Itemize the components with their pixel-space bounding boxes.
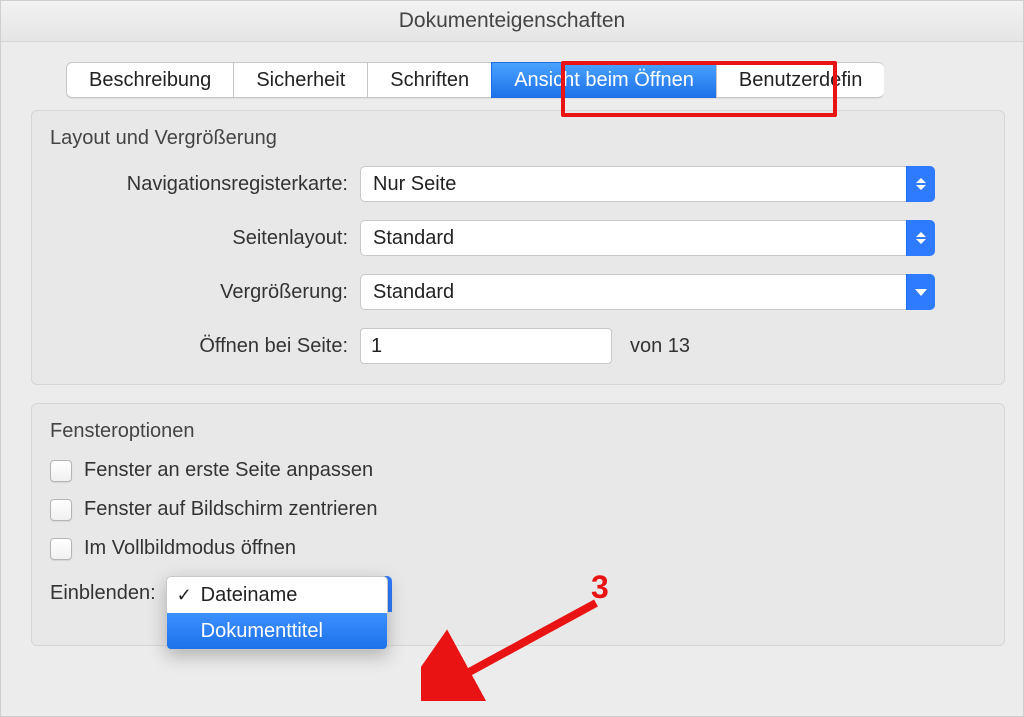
option-label: Dokumenttitel: [201, 620, 323, 643]
select-seitenlayout[interactable]: Standard: [360, 220, 935, 256]
check-icon: ✓: [177, 585, 192, 606]
window-body: Beschreibung Sicherheit Schriften Ansich…: [1, 42, 1023, 646]
annotation-number: 3: [591, 569, 609, 606]
tab-label: Schriften: [390, 69, 469, 92]
tab-bar: Beschreibung Sicherheit Schriften Ansich…: [66, 62, 1005, 98]
tab-benutzerdefiniert[interactable]: Benutzerdefin: [716, 62, 884, 98]
updown-arrows-icon: [906, 220, 935, 256]
checkbox-center-on-screen-label: Fenster auf Bildschirm zentrieren: [84, 498, 377, 521]
document-properties-window: Dokumenteigenschaften Beschreibung Siche…: [0, 0, 1024, 717]
group-layout-title: Layout und Vergrößerung: [50, 127, 986, 150]
checkbox-center-on-screen[interactable]: [50, 499, 72, 521]
select-seitenlayout-value: Standard: [373, 227, 454, 250]
group-fensteroptionen: Fensteroptionen Fenster an erste Seite a…: [31, 403, 1005, 646]
window-title: Dokumenteigenschaften: [1, 1, 1023, 42]
window-title-text: Dokumenteigenschaften: [399, 9, 625, 33]
tab-schriften[interactable]: Schriften: [367, 62, 492, 98]
group-layout: Layout und Vergrößerung Navigationsregis…: [31, 110, 1005, 385]
input-open-at-page-value: 1: [371, 335, 382, 358]
tab-label: Ansicht beim Öffnen: [514, 69, 694, 92]
tab-label: Beschreibung: [89, 69, 211, 92]
checkbox-fullscreen[interactable]: [50, 538, 72, 560]
label-oeffnen-bei-seite: Öffnen bei Seite:: [50, 335, 360, 358]
option-dateiname[interactable]: ✓ Dateiname: [167, 577, 387, 613]
updown-arrows-icon: [906, 166, 935, 202]
combobox-vergroesserung-value: Standard: [373, 281, 454, 304]
label-vergroesserung: Vergrößerung:: [50, 281, 360, 304]
label-einblenden: Einblenden:: [50, 576, 156, 605]
checkbox-fullscreen-label: Im Vollbildmodus öffnen: [84, 537, 296, 560]
checkbox-fit-first-page-label: Fenster an erste Seite anpassen: [84, 459, 373, 482]
combobox-vergroesserung[interactable]: Standard: [360, 274, 935, 310]
chevron-down-icon: [906, 274, 935, 310]
option-dokumenttitel[interactable]: Dokumenttitel: [167, 613, 387, 649]
page-count-text: von 13: [630, 335, 690, 358]
label-seitenlayout: Seitenlayout:: [50, 227, 360, 250]
label-navigation: Navigationsregisterkarte:: [50, 173, 360, 196]
option-label: Dateiname: [201, 584, 298, 607]
group-fensteroptionen-title: Fensteroptionen: [50, 420, 986, 443]
row-einblenden: Einblenden: ✓ Dateiname Dokumenttitel: [50, 576, 986, 605]
input-open-at-page[interactable]: 1: [360, 328, 612, 364]
checkbox-fit-first-page[interactable]: [50, 460, 72, 482]
tab-sicherheit[interactable]: Sicherheit: [233, 62, 368, 98]
tab-beschreibung[interactable]: Beschreibung: [66, 62, 234, 98]
select-navigation[interactable]: Nur Seite: [360, 166, 935, 202]
tab-label: Sicherheit: [256, 69, 345, 92]
select-navigation-value: Nur Seite: [373, 173, 456, 196]
tab-label: Benutzerdefin: [739, 69, 862, 92]
tab-ansicht-beim-oeffnen[interactable]: Ansicht beim Öffnen: [491, 62, 717, 98]
